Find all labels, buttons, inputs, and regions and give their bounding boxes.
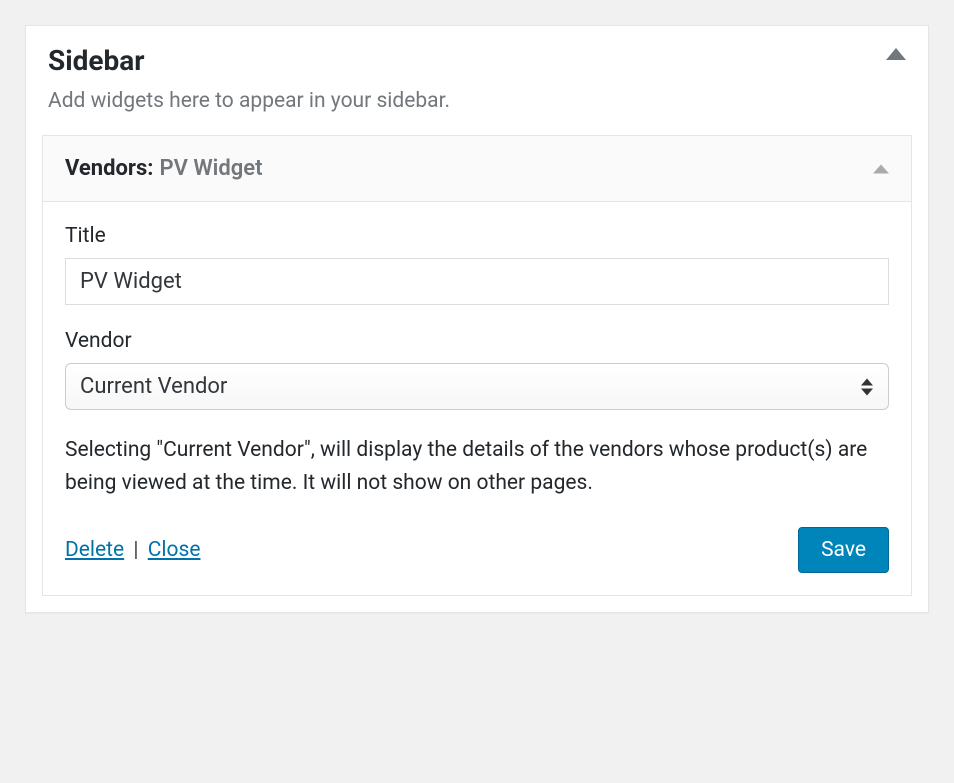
sidebar-header: Sidebar Add widgets here to appear in yo… — [26, 26, 928, 135]
vendor-select[interactable]: Current Vendor — [65, 363, 889, 410]
vendor-select-wrap: Current Vendor — [65, 363, 889, 410]
vendor-help-text: Selecting "Current Vendor", will display… — [65, 434, 889, 499]
chevron-up-icon — [873, 164, 889, 173]
title-input[interactable] — [65, 258, 889, 305]
widget-name-label: Vendors: — [65, 156, 153, 181]
widget-subtitle: PV Widget — [159, 156, 262, 181]
save-button[interactable]: Save — [798, 527, 889, 573]
chevron-up-icon — [886, 48, 906, 60]
widget-header[interactable]: Vendors: PV Widget — [43, 136, 911, 201]
sidebar-collapse-toggle[interactable] — [886, 48, 906, 60]
sidebar-description: Add widgets here to appear in your sideb… — [48, 89, 906, 113]
title-field-label: Title — [65, 224, 889, 248]
close-link[interactable]: Close — [148, 538, 201, 562]
sidebar-widget-area: Sidebar Add widgets here to appear in yo… — [25, 25, 929, 613]
widget-body: Title Vendor Current Vendor Selecting "C… — [43, 201, 911, 595]
widget-collapse-toggle[interactable] — [873, 164, 889, 173]
sidebar-title: Sidebar — [48, 44, 906, 77]
action-separator: | — [133, 538, 138, 562]
widget-actions: Delete | Close Save — [65, 527, 889, 573]
vendor-field-label: Vendor — [65, 329, 889, 353]
vendors-widget: Vendors: PV Widget Title Vendor Current … — [42, 135, 912, 596]
delete-link[interactable]: Delete — [65, 538, 124, 562]
left-actions: Delete | Close — [65, 538, 200, 562]
